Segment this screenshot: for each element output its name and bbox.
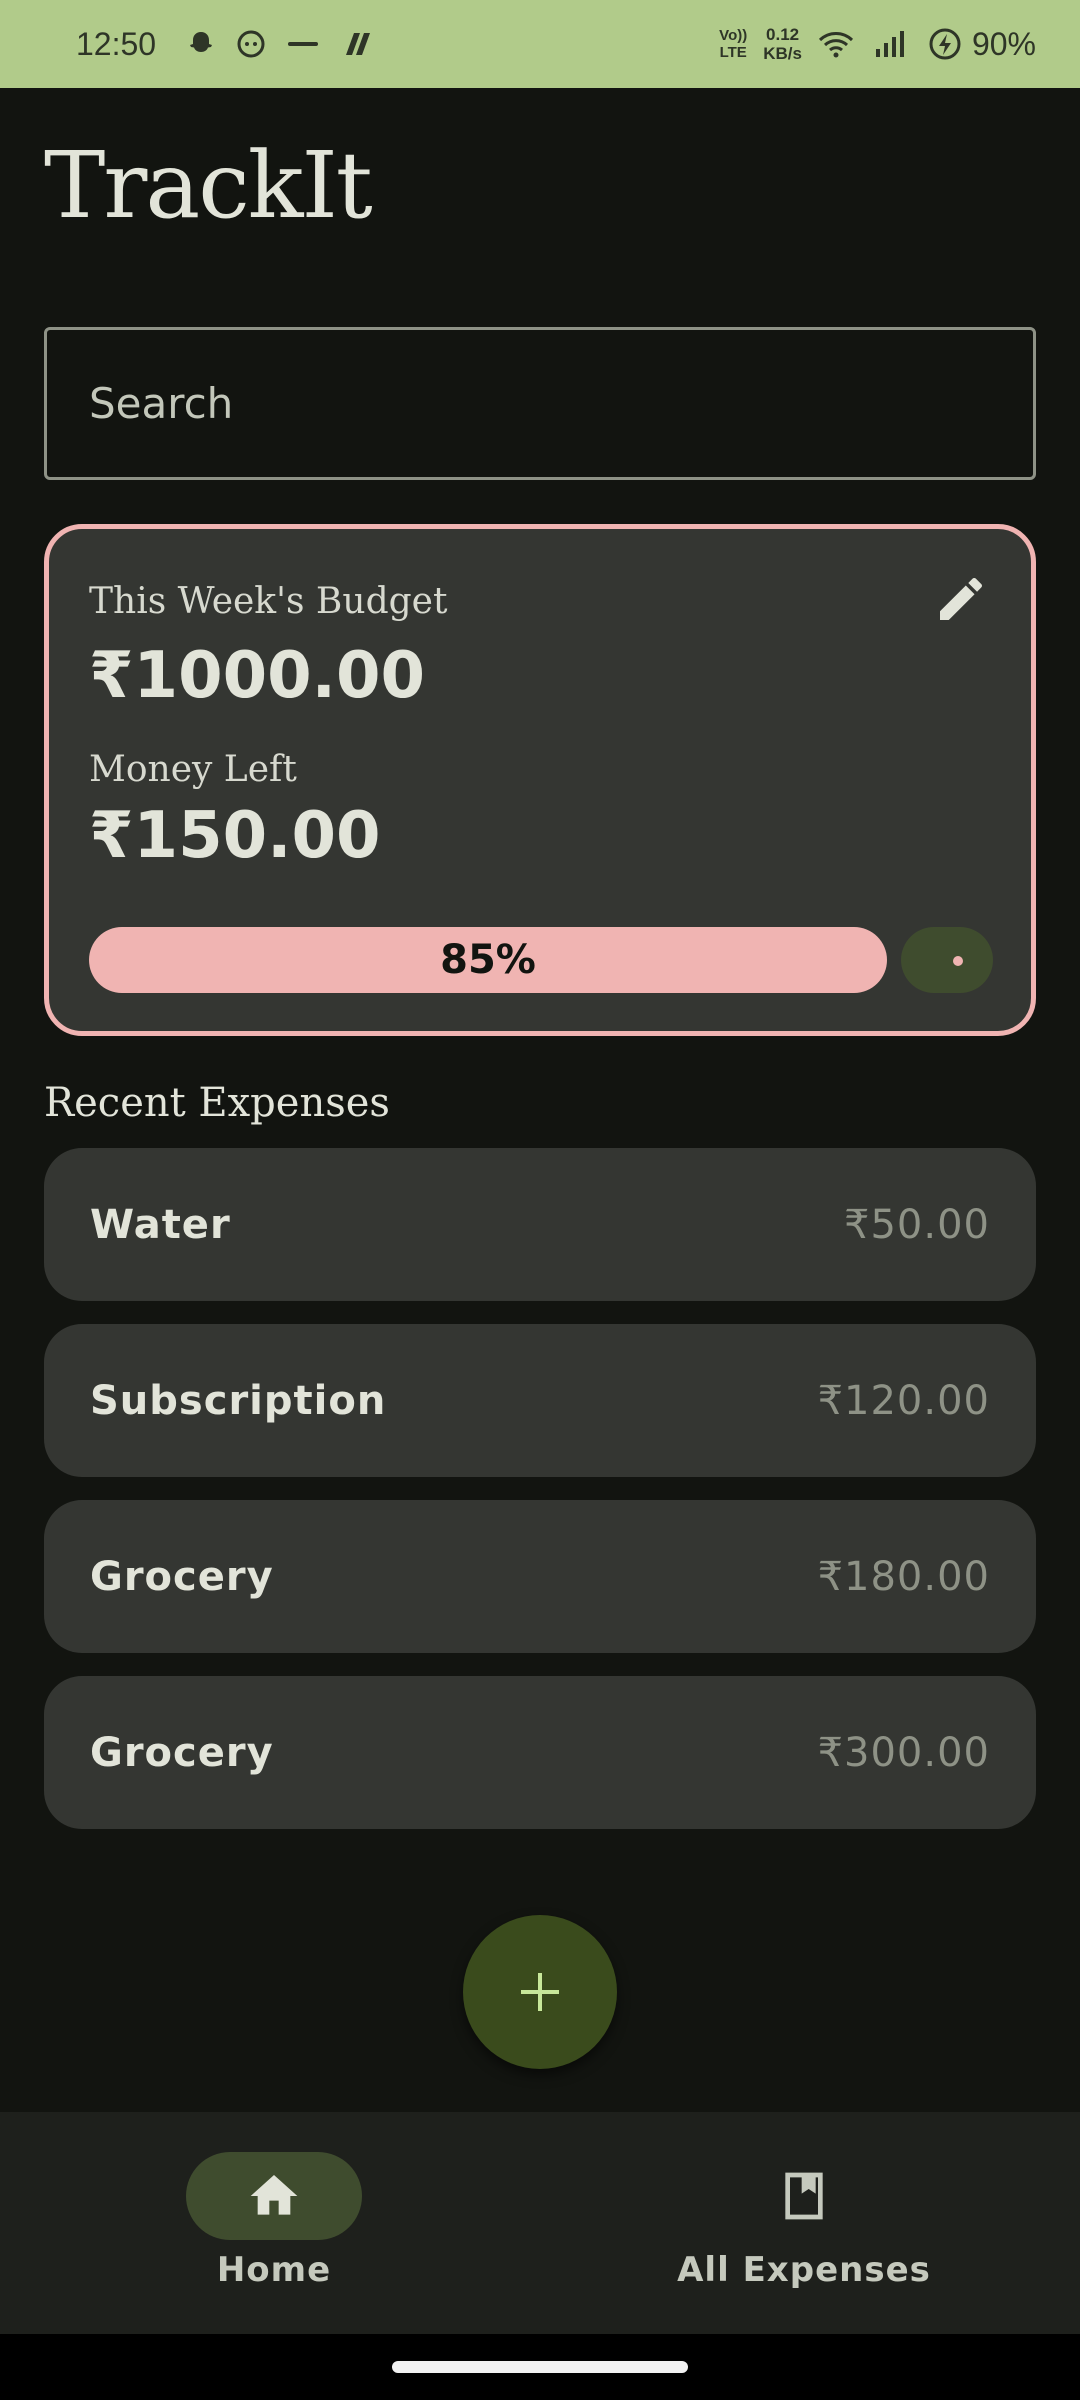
recent-expenses-title: Recent Expenses	[44, 1080, 390, 1126]
nav-label-all-expenses: All Expenses	[677, 2250, 931, 2290]
money-left-label: Money Left	[89, 749, 297, 790]
nav-item-home[interactable]: Home	[4, 2112, 544, 2334]
app-icon	[340, 29, 374, 59]
expense-amount: ₹300.00	[817, 1729, 990, 1776]
expense-amount: ₹180.00	[817, 1553, 990, 1600]
reddit-icon	[236, 29, 266, 59]
progress-stop-indicator	[953, 956, 963, 966]
status-time: 12:50	[76, 25, 157, 62]
signal-icon	[874, 29, 908, 59]
home-icon	[250, 2175, 298, 2215]
battery-percent: 90%	[971, 25, 1036, 62]
status-bar: 12:50 Vo)) LTE 0.12 KB/s 90%	[0, 0, 1080, 88]
expense-item[interactable]: Water ₹50.00	[44, 1148, 1036, 1301]
network-speed: 0.12 KB/s	[763, 25, 802, 63]
expense-item[interactable]: Subscription ₹120.00	[44, 1324, 1036, 1477]
expense-name: Subscription	[90, 1377, 387, 1424]
nav-active-indicator	[186, 2152, 362, 2240]
budget-label: This Week's Budget	[89, 581, 448, 622]
expense-item[interactable]: Grocery ₹180.00	[44, 1500, 1036, 1653]
nav-item-all-expenses[interactable]: All Expenses	[534, 2112, 1074, 2334]
budget-amount: ₹1000.00	[89, 639, 426, 713]
status-bar-right: Vo)) LTE 0.12 KB/s 90%	[719, 25, 1036, 63]
wifi-icon	[818, 29, 854, 59]
progress-percent: 85%	[440, 937, 536, 983]
status-bar-left: 12:50	[76, 26, 394, 63]
budget-progress-bar: 85%	[89, 927, 887, 993]
progress-remaining	[901, 927, 993, 993]
plus-icon	[521, 1973, 559, 2011]
home-gesture-handle[interactable]	[392, 2361, 688, 2373]
snapchat-icon	[186, 29, 216, 59]
volte-indicator: Vo)) LTE	[719, 27, 748, 61]
add-expense-button[interactable]	[463, 1915, 617, 2069]
pencil-icon	[940, 577, 983, 620]
zomato-icon	[286, 29, 320, 59]
nav-label-home: Home	[216, 2250, 332, 2290]
money-left-amount: ₹150.00	[89, 799, 381, 873]
budget-card: This Week's Budget ₹1000.00 Money Left ₹…	[44, 524, 1036, 1036]
search-input[interactable]	[89, 379, 1033, 428]
expense-name: Grocery	[90, 1729, 274, 1776]
search-field[interactable]	[44, 327, 1036, 480]
nav-icon-container	[716, 2152, 892, 2240]
expense-item[interactable]: Grocery ₹300.00	[44, 1676, 1036, 1829]
system-navigation-bar	[0, 2334, 1080, 2400]
expense-name: Water	[90, 1201, 231, 1248]
expense-name: Grocery	[90, 1553, 274, 1600]
expense-amount: ₹50.00	[844, 1201, 990, 1248]
expense-amount: ₹120.00	[817, 1377, 990, 1424]
app-title: TrackIt	[44, 132, 373, 239]
battery-charging-icon	[928, 27, 962, 61]
bookmark-icon	[785, 2172, 823, 2220]
bottom-navigation: Home All Expenses	[0, 2112, 1080, 2334]
edit-budget-button[interactable]	[931, 569, 991, 629]
